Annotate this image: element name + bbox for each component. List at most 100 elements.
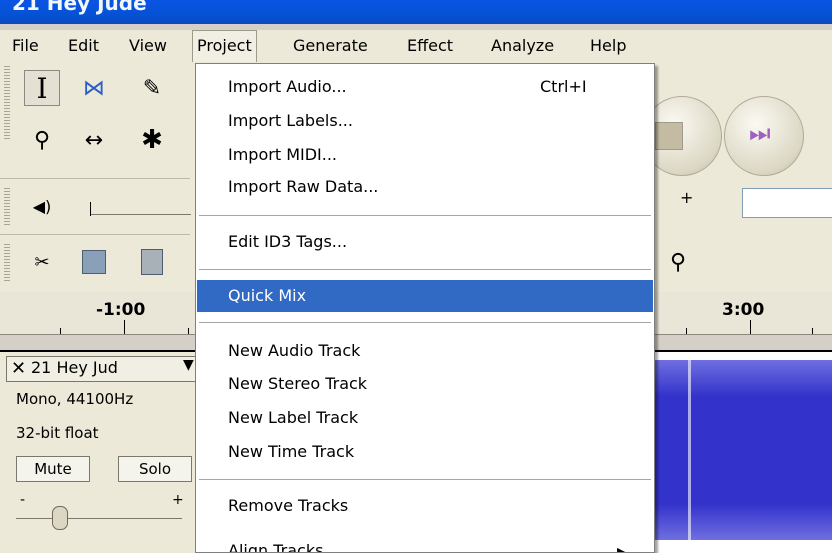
remove-tracks-label: Remove Tracks (228, 496, 349, 515)
menu-item-new-label-track[interactable]: New Label Track (197, 403, 653, 433)
paste-button[interactable] (134, 244, 170, 280)
menu-separator (199, 479, 651, 480)
menu-help[interactable]: Help (586, 30, 630, 62)
meter-plus-label: + (680, 188, 694, 207)
track-header[interactable]: ✕ 21 Hey Jud ▼ (6, 356, 198, 382)
ruler-tick (686, 328, 687, 334)
menu-item-new-time-track[interactable]: New Time Track (197, 437, 653, 467)
envelope-tool-icon: ⋈ (83, 75, 105, 101)
skip-end-button[interactable]: ⏭ (724, 96, 804, 176)
menu-item-import-midi[interactable]: Import MIDI... (197, 140, 653, 170)
menu-generate[interactable]: Generate (289, 30, 372, 62)
zoom-tool-button[interactable]: ⚲ (24, 122, 60, 158)
trim-button[interactable]: ✂ (24, 244, 60, 280)
multi-tool-button[interactable]: ✱ (134, 122, 170, 158)
import-raw-label: Import Raw Data... (228, 177, 379, 196)
solo-button[interactable]: Solo (118, 456, 192, 482)
copy-icon (82, 250, 106, 274)
gain-minus-label: - (20, 492, 26, 508)
menu-bar: File Edit View Project Generate Effect A… (0, 30, 832, 63)
edit-toolbar-grip[interactable] (4, 242, 10, 282)
timeshift-tool-button[interactable]: ↔ (76, 122, 112, 158)
new-stereo-track-label: New Stereo Track (228, 374, 368, 393)
menu-item-quick-mix[interactable]: Quick Mix (197, 280, 653, 312)
import-labels-label: Import Labels... (228, 111, 353, 130)
menu-item-import-raw[interactable]: Import Raw Data... (197, 172, 653, 202)
paste-icon (141, 249, 163, 275)
speaker-icon: ◀) (32, 196, 52, 216)
scissors-icon: ✂ (34, 251, 50, 273)
track-menu-arrow-icon[interactable]: ▼ (183, 357, 194, 373)
toolbar-grip[interactable] (4, 64, 10, 140)
draw-tool-button[interactable]: ✎ (134, 70, 170, 106)
menu-view[interactable]: View (125, 30, 171, 62)
menu-project[interactable]: Project (192, 30, 257, 62)
track-format: Mono, 44100Hz (16, 390, 134, 408)
meter-scale: + (672, 184, 693, 210)
ruler-tick (812, 328, 813, 334)
envelope-tool-button[interactable]: ⋈ (76, 70, 112, 106)
quick-mix-label: Quick Mix (228, 286, 307, 305)
gain-plus-label: + (172, 492, 184, 508)
window-title: 21 Hey Jude (12, 0, 147, 15)
menu-effect[interactable]: Effect (403, 30, 457, 62)
menu-file[interactable]: File (8, 30, 43, 62)
waveform-area[interactable] (654, 350, 832, 553)
menu-item-remove-tracks[interactable]: Remove Tracks (197, 491, 653, 521)
track-name[interactable]: 21 Hey Jud (31, 358, 118, 377)
ruler-tick (60, 328, 61, 334)
ruler-tick (124, 320, 125, 334)
ruler-tick (188, 328, 189, 334)
new-time-track-label: New Time Track (228, 442, 355, 461)
menu-item-new-audio-track[interactable]: New Audio Track (197, 336, 653, 366)
menu-analyze[interactable]: Analyze (487, 30, 558, 62)
title-bar: 21 Hey Jude (0, 0, 832, 24)
edit-id3-label: Edit ID3 Tags... (228, 232, 348, 251)
import-audio-shortcut: Ctrl+I (540, 77, 587, 96)
toolbar-separator (0, 234, 190, 235)
selection-tool-icon: I (36, 71, 48, 105)
skip-end-icon: ⏭ (749, 119, 771, 147)
volume-button[interactable]: ◀) (24, 188, 60, 224)
zoom-fit-icon: ⚲ (669, 249, 687, 275)
timeshift-icon: ↔ (84, 127, 104, 153)
volume-slider[interactable] (90, 202, 191, 216)
track-control-panel: ✕ 21 Hey Jud ▼ Mono, 44100Hz 32-bit floa… (0, 350, 200, 553)
menu-separator (199, 322, 651, 323)
waveform-gap (688, 360, 691, 540)
stop-icon (655, 122, 683, 150)
submenu-arrow-icon: ▸ (617, 541, 626, 552)
align-tracks-label: Align Tracks (228, 541, 324, 552)
mute-button[interactable]: Mute (16, 456, 90, 482)
mixer-toolbar-grip[interactable] (4, 186, 10, 226)
close-track-icon[interactable]: ✕ (11, 358, 26, 379)
menu-separator (199, 215, 651, 216)
menu-edit[interactable]: Edit (64, 30, 103, 62)
track-bit-depth: 32-bit float (16, 424, 99, 442)
gain-slider[interactable]: - + (16, 492, 188, 532)
project-menu-dropdown: Import Audio... Ctrl+I Import Labels... … (195, 63, 655, 553)
menu-item-import-labels[interactable]: Import Labels... (197, 106, 653, 136)
waveform (654, 360, 832, 540)
magnifier-icon: ⚲ (33, 127, 51, 153)
menu-item-align-tracks[interactable]: Align Tracks ▸ (197, 536, 653, 552)
new-label-track-label: New Label Track (228, 408, 359, 427)
fit-zoom-button[interactable]: ⚲ (660, 244, 696, 280)
copy-button[interactable] (76, 244, 112, 280)
meter-display (742, 188, 832, 218)
pencil-icon: ✎ (142, 75, 162, 101)
menu-item-import-audio[interactable]: Import Audio... Ctrl+I (197, 72, 653, 102)
menu-item-new-stereo-track[interactable]: New Stereo Track (197, 369, 653, 399)
selection-tool-button[interactable]: I (24, 70, 60, 106)
gain-slider-thumb[interactable] (52, 506, 68, 530)
ruler-tick (750, 320, 751, 334)
menu-separator (199, 269, 651, 270)
timeline-label-right: 3:00 (722, 300, 765, 320)
import-audio-label: Import Audio... (228, 77, 347, 96)
multi-tool-icon: ✱ (141, 125, 163, 155)
new-audio-track-label: New Audio Track (228, 341, 361, 360)
timeline-label-left: -1:00 (96, 300, 146, 320)
import-midi-label: Import MIDI... (228, 145, 338, 164)
toolbar-separator (0, 178, 190, 179)
menu-item-edit-id3[interactable]: Edit ID3 Tags... (197, 227, 653, 257)
